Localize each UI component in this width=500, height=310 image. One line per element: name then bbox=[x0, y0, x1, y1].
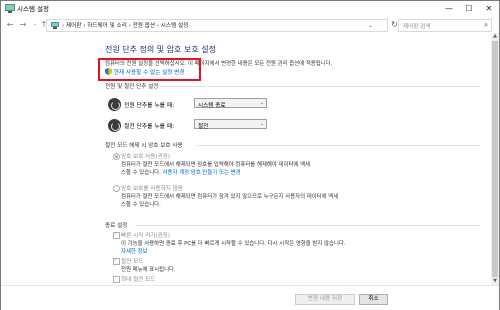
password-required-desc-2: 스할 수 있습니다. 사용자 계정 암호 만들기 또는 변경 bbox=[121, 168, 241, 176]
sleep-button-icon bbox=[108, 119, 121, 132]
password-section-title: 절전 모드 해제 시 암호 보호 사용 bbox=[105, 143, 183, 149]
hibernate-label: 최대 절전 모드 bbox=[121, 277, 156, 283]
more-info-link[interactable]: 자세한 정보 bbox=[121, 249, 148, 255]
password-required-radio[interactable] bbox=[113, 153, 120, 160]
password-required-desc-1: 컴퓨터가 절전 모드에서 해제되면 암호를 입력해야 컴퓨터를 해제해야 데이터… bbox=[121, 162, 311, 168]
scrollbar-thumb[interactable] bbox=[492, 41, 498, 277]
fast-startup-label: 빠른 시작 켜기(권장) bbox=[121, 233, 171, 239]
chevron-down-icon: ⌄ bbox=[259, 100, 264, 106]
change-link-label[interactable]: 현재 사용할 수 없는 설정 변경 bbox=[114, 70, 185, 76]
no-password-label: 암호 보호를 사용하지 않음 bbox=[121, 186, 183, 192]
no-password-desc-2: 스할 수 있습니다. bbox=[121, 202, 161, 208]
fast-startup-checkbox[interactable] bbox=[113, 231, 120, 239]
power-button-action-select[interactable]: 시스템 종료 ⌄ bbox=[194, 98, 267, 109]
shutdown-section-title: 종료 설정 bbox=[105, 223, 128, 229]
sleep-button-action-select[interactable]: 절전 ⌄ bbox=[194, 119, 267, 130]
control-panel-icon bbox=[51, 22, 59, 29]
divider bbox=[197, 145, 480, 146]
fast-startup-desc: 이 기능을 사용하면 종료 후 PC를 더 빠르게 시작할 수 있습니다. 다시… bbox=[121, 241, 346, 247]
scroll-up-icon[interactable]: ▲ bbox=[491, 33, 499, 40]
create-password-link[interactable]: 사용자 계정 암호 만들기 또는 변경 bbox=[163, 170, 241, 176]
control-panel-icon bbox=[5, 4, 15, 13]
title-bar: 시스템 설정 — ☐ ✕ bbox=[1, 1, 499, 17]
power-button-icon bbox=[108, 98, 121, 111]
window-title: 시스템 설정 bbox=[17, 5, 49, 13]
password-required-desc-2-text: 스할 수 있습니다. bbox=[121, 170, 161, 176]
forward-button[interactable]: → bbox=[18, 19, 28, 30]
sleep-desc: 전원 메뉴에 표시됩니다. bbox=[121, 267, 176, 273]
main-content: 전원 단추 정의 및 암호 보호 설정 컴퓨터의 전원 설정을 선택하십시오. … bbox=[1, 33, 491, 285]
power-section-title: 전원 및 절전 단추 설정 bbox=[105, 84, 159, 90]
search-input[interactable]: 제어판 검색 ⌕ bbox=[398, 19, 492, 32]
system-settings-window: 시스템 설정 — ☐ ✕ ← → ⌄ ↑ › 제어판 › 하드웨어 및 소리 ›… bbox=[0, 0, 500, 310]
uac-shield-icon bbox=[105, 68, 112, 75]
scroll-down-icon[interactable]: ▼ bbox=[491, 278, 499, 285]
divider bbox=[135, 225, 480, 226]
vertical-scrollbar[interactable]: ▲ ▼ bbox=[491, 33, 499, 285]
back-button[interactable]: ← bbox=[5, 19, 15, 30]
address-field[interactable]: › 제어판 › 하드웨어 및 소리 › 전원 옵션 › 시스템 설정 ⌄ bbox=[46, 19, 388, 32]
breadcrumb[interactable]: › 제어판 › 하드웨어 및 소리 › 전원 옵션 › 시스템 설정 bbox=[62, 21, 188, 29]
maximize-button[interactable]: ☐ bbox=[459, 1, 479, 17]
address-bar-row: ← → ⌄ ↑ › 제어판 › 하드웨어 및 소리 › 전원 옵션 › 시스템 … bbox=[1, 17, 499, 33]
no-password-radio[interactable] bbox=[113, 185, 120, 192]
search-placeholder: 제어판 검색 bbox=[403, 23, 431, 30]
power-button-label: 전원 단추를 누를 때: bbox=[124, 103, 175, 109]
divider bbox=[155, 86, 480, 87]
sleep-checkbox[interactable] bbox=[113, 257, 120, 265]
chevron-down-icon: ⌄ bbox=[259, 121, 264, 127]
save-changes-button[interactable]: 변경 내용 저장 bbox=[295, 294, 355, 305]
close-button[interactable]: ✕ bbox=[479, 1, 499, 17]
button-bar: 변경 내용 저장 취소 bbox=[1, 285, 499, 310]
no-password-desc-1: 컴퓨터가 절전 모드에서 해제되면 컴퓨터가 잠겨 있지 않으므로 누구든지 사… bbox=[121, 194, 339, 200]
sleep-label: 절전 모드 bbox=[121, 259, 144, 265]
search-icon[interactable]: ⌕ bbox=[484, 20, 488, 31]
cancel-button[interactable]: 취소 bbox=[359, 294, 388, 305]
change-unavailable-settings-link[interactable]: 현재 사용할 수 없는 설정 변경 bbox=[105, 68, 184, 76]
power-button-action-value: 시스템 종료 bbox=[198, 102, 226, 109]
page-title: 전원 단추 정의 및 암호 보호 설정 bbox=[105, 45, 216, 54]
hibernate-checkbox[interactable] bbox=[113, 276, 120, 283]
sleep-button-action-value: 절전 bbox=[198, 123, 209, 130]
minimize-button[interactable]: — bbox=[439, 1, 459, 17]
sleep-button-label: 절전 단추를 누를 때: bbox=[124, 124, 175, 130]
fast-startup-more-info: 자세한 정보 bbox=[121, 247, 148, 255]
chevron-down-icon[interactable]: ⌄ bbox=[368, 20, 373, 31]
password-required-label: 암호 보호 사용(권장) bbox=[121, 154, 171, 160]
